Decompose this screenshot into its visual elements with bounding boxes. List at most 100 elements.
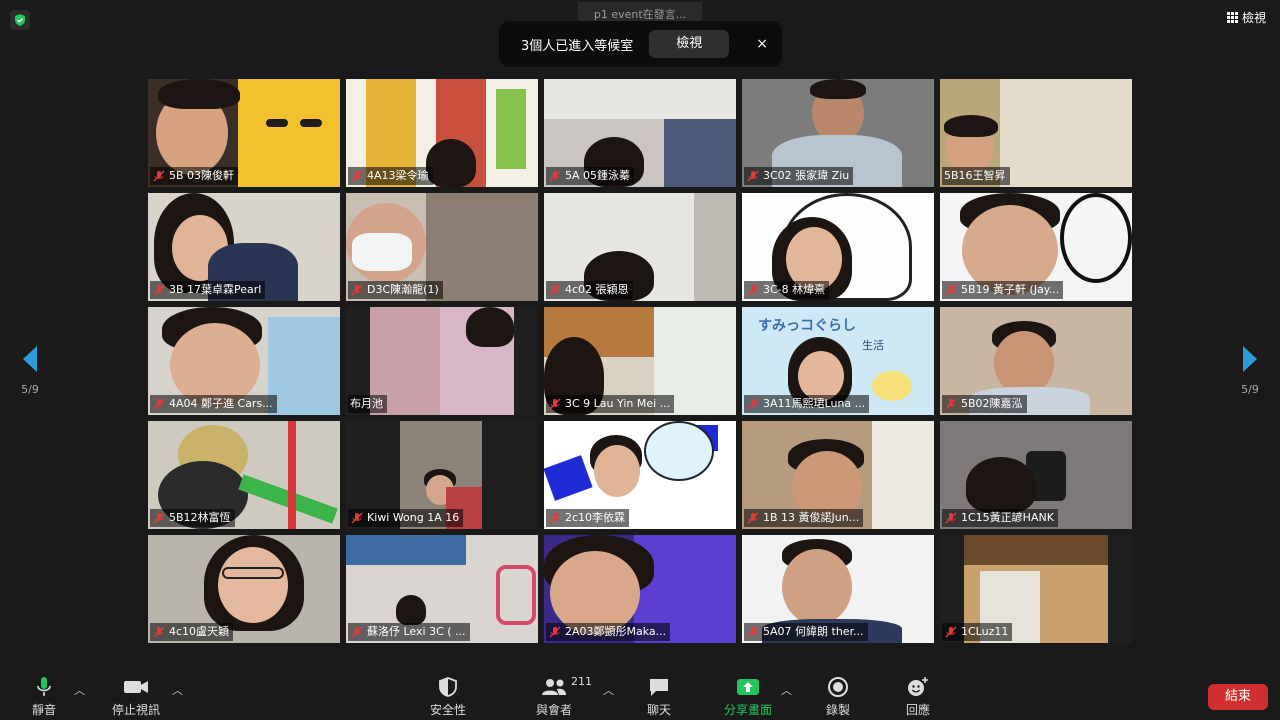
next-page-button[interactable]: 5/9 (1230, 345, 1270, 396)
shield-icon (439, 676, 457, 698)
participant-tile[interactable]: 布月池 (346, 307, 538, 415)
participant-tile[interactable]: 5B16王智昇 (940, 79, 1132, 187)
page-indicator-left: 5/9 (21, 383, 39, 396)
participant-tile[interactable]: 4c02 張穎恩 (544, 193, 736, 301)
muted-mic-icon (549, 170, 561, 182)
muted-mic-icon (747, 398, 759, 410)
participant-tile[interactable]: 蘇洛伃 Lexi 3C ( ... (346, 535, 538, 643)
participant-tile[interactable]: すみっコぐらし 生活 3A11馬熙珺Luna ... (742, 307, 934, 415)
participant-name-tag: 5B 03陳俊軒 (150, 167, 239, 185)
participant-name-tag: 布月池 (348, 395, 387, 413)
participant-tile[interactable]: 3B 17葉卓霖Pearl (148, 193, 340, 301)
sumikko-title-text: すみっコぐらし (758, 318, 856, 334)
participant-name-tag: 5A 05鍾泳蓁 (546, 167, 635, 185)
emoji-plus-icon (906, 676, 930, 698)
waiting-room-message: 3個人已進入等候室 (521, 38, 634, 54)
participant-name-tag: 1CLuz11 (942, 623, 1013, 641)
muted-mic-icon (153, 512, 165, 524)
security-shield-icon[interactable] (10, 10, 30, 30)
participant-name-tag: 3B 17葉卓霖Pearl (150, 281, 266, 299)
muted-mic-icon (153, 398, 165, 410)
participant-tile[interactable]: 2A03鄭顗彤Maka... (544, 535, 736, 643)
participant-name-tag: 5B02陳嘉泓 (942, 395, 1027, 413)
participant-tile[interactable]: 3C02 張家瑋 Ziu (742, 79, 934, 187)
participant-tile[interactable]: 4A04 鄭子進 Cars... (148, 307, 340, 415)
zoom-meeting-window: p1 event在發言... 檢視 3個人已進入等候室 檢視 × 5B 03陳俊… (0, 0, 1280, 720)
participant-name-tag: 5B19 黃子軒 (Jay... (942, 281, 1064, 299)
close-icon[interactable]: × (756, 36, 768, 52)
participants-options-chevron-icon[interactable]: ︿ (603, 682, 614, 698)
sumikko-subtitle-text: 生活 (862, 339, 884, 352)
muted-mic-icon (153, 626, 165, 638)
video-options-chevron-icon[interactable]: ︿ (172, 682, 183, 698)
participant-name-tag: 4c10盧天穎 (150, 623, 234, 641)
mute-button[interactable]: 靜音 (32, 676, 56, 718)
muted-mic-icon (747, 284, 759, 296)
participant-name-tag: D3C陳瀚龍(1) (348, 281, 443, 299)
view-label: 檢視 (1241, 10, 1266, 25)
muted-mic-icon (351, 512, 363, 524)
participant-tile[interactable]: Kiwi Wong 1A 16 (346, 421, 538, 529)
participant-name-tag: 5B16王智昇 (942, 167, 1010, 185)
participant-tile[interactable]: 5A07 何緯朗 ther... (742, 535, 934, 643)
participant-tile[interactable]: 5B19 黃子軒 (Jay... (940, 193, 1132, 301)
arrow-left-icon (23, 346, 37, 372)
waiting-room-view-button[interactable]: 檢視 (649, 30, 730, 58)
participant-tile[interactable]: D3C陳瀚龍(1) (346, 193, 538, 301)
page-indicator-right: 5/9 (1241, 383, 1259, 396)
microphone-icon (36, 676, 52, 698)
participant-tile[interactable]: 4c10盧天穎 (148, 535, 340, 643)
participant-name-tag: 3C 9 Lau Yin Mei ... (546, 395, 675, 413)
muted-mic-icon (351, 284, 363, 296)
muted-mic-icon (351, 170, 363, 182)
share-screen-button[interactable]: 分享畫面 (724, 676, 772, 718)
participant-name-tag: 5A07 何緯朗 ther... (744, 623, 868, 641)
participant-tile[interactable]: 3C-8 林煒熹 (742, 193, 934, 301)
people-icon (541, 676, 567, 698)
participant-name-tag: 3C-8 林煒熹 (744, 281, 830, 299)
participant-name-tag: 3C02 張家瑋 Ziu (744, 167, 854, 185)
share-options-chevron-icon[interactable]: ︿ (781, 682, 792, 698)
muted-mic-icon (747, 626, 759, 638)
participant-tile[interactable]: 1B 13 黃俊諾Jun... (742, 421, 934, 529)
participant-tile[interactable]: 5A 05鍾泳蓁 (544, 79, 736, 187)
previous-page-button[interactable]: 5/9 (10, 345, 50, 396)
chat-bubble-icon (648, 676, 670, 698)
participant-name-tag: 4c02 張穎恩 (546, 281, 633, 299)
participant-tile[interactable]: 1CLuz11 (940, 535, 1132, 643)
participant-name-tag: 5B12林富恆 (150, 509, 235, 527)
muted-mic-icon (549, 284, 561, 296)
muted-mic-icon (153, 170, 165, 182)
share-arrow-icon (736, 676, 760, 698)
chat-button[interactable]: 聊天 (647, 676, 671, 718)
participant-tile[interactable]: 5B12林富恆 (148, 421, 340, 529)
waiting-room-notification: 3個人已進入等候室 檢視 × (499, 21, 782, 67)
muted-mic-icon (747, 170, 759, 182)
participants-button[interactable]: 與會者 (536, 676, 572, 718)
participant-tile[interactable]: 5B02陳嘉泓 (940, 307, 1132, 415)
view-toggle-button[interactable]: 檢視 (1226, 8, 1266, 26)
muted-mic-icon (351, 626, 363, 638)
participant-name-tag: 蘇洛伃 Lexi 3C ( ... (348, 623, 470, 641)
muted-mic-icon (945, 626, 957, 638)
stop-video-button[interactable]: 停止視訊 (112, 676, 160, 718)
end-meeting-button[interactable]: 結束 (1208, 684, 1268, 710)
record-button[interactable]: 錄製 (826, 676, 850, 718)
participant-tile[interactable]: 5B 03陳俊軒 (148, 79, 340, 187)
muted-mic-icon (945, 398, 957, 410)
participant-tile[interactable]: 1C15黃正諺HANK (940, 421, 1132, 529)
security-button[interactable]: 安全性 (430, 676, 466, 718)
muted-mic-icon (549, 626, 561, 638)
participant-name-tag: 4A04 鄭子進 Cars... (150, 395, 277, 413)
participant-name-tag: 2c10李依霖 (546, 509, 630, 527)
participant-tile[interactable]: 4A13梁令瑜 (346, 79, 538, 187)
participant-name-tag: 3A11馬熙珺Luna ... (744, 395, 870, 413)
participant-name-tag: 1C15黃正諺HANK (942, 509, 1058, 527)
audio-options-chevron-icon[interactable]: ︿ (74, 682, 85, 698)
arrow-right-icon (1243, 346, 1257, 372)
participant-name-tag: Kiwi Wong 1A 16 (348, 509, 464, 527)
participant-tile[interactable]: 3C 9 Lau Yin Mei ... (544, 307, 736, 415)
reactions-button[interactable]: 回應 (906, 676, 930, 718)
meeting-toolbar: 靜音 ︿ 停止視訊 ︿ 安全性 與會者 211 ︿ 聊天 分享畫面 ︿ 錄製 回… (0, 662, 1280, 720)
participant-tile[interactable]: 2c10李依霖 (544, 421, 736, 529)
